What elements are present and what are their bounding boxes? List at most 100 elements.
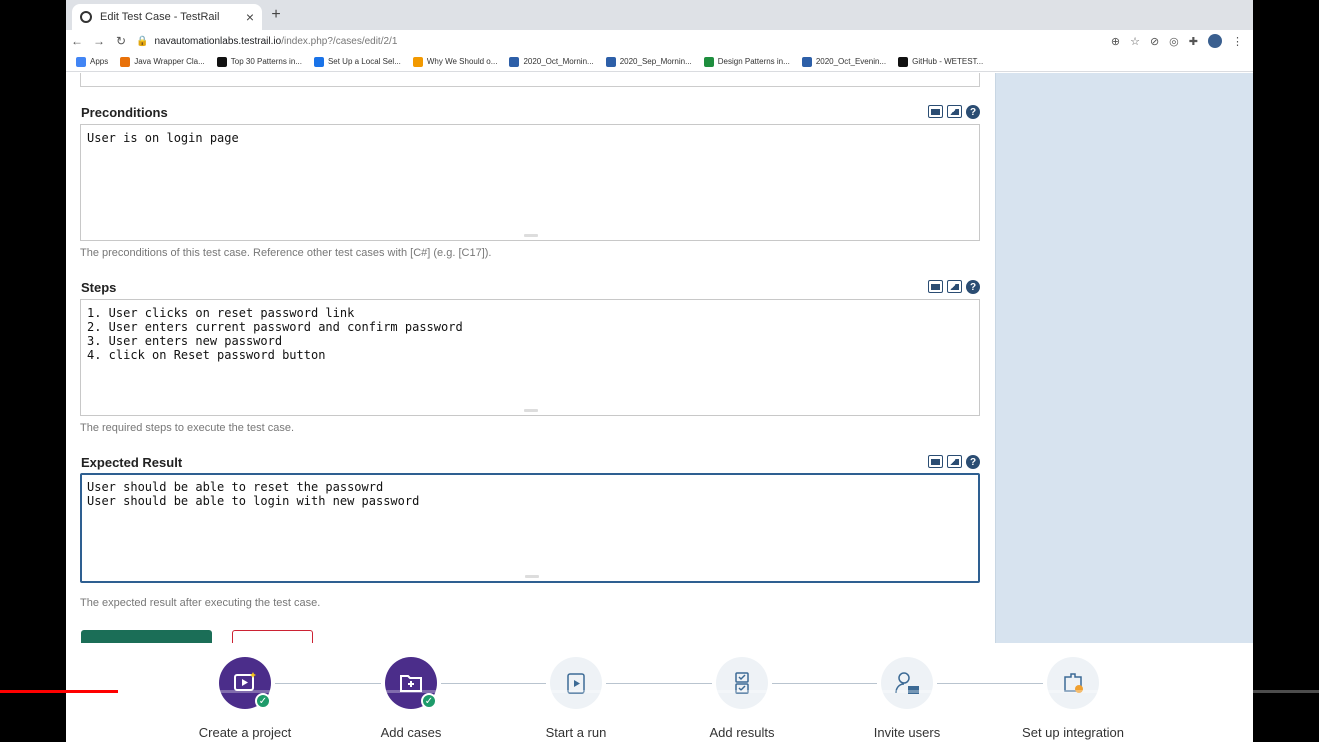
browser-menu-icon[interactable]: ⋮ <box>1232 35 1243 48</box>
bookmarks-bar: Apps Java Wrapper Cla... Top 30 Patterns i… <box>66 52 1253 72</box>
image-icon[interactable] <box>947 105 962 118</box>
expected-result-toolbar: ? <box>928 455 980 469</box>
preconditions-toolbar: ? <box>928 105 980 119</box>
video-progress-track[interactable] <box>0 690 1319 693</box>
step-label: Add cases <box>380 725 442 740</box>
testrail-favicon-icon <box>80 11 92 23</box>
bookmark-label: Design Patterns in... <box>717 57 790 66</box>
browser-toolbar: ← → ↻ 🔒 navautomationlabs.testrail.io/in… <box>66 30 1253 52</box>
back-icon[interactable]: ← <box>66 34 88 48</box>
bookmark-favicon-icon <box>898 56 909 67</box>
help-icon[interactable]: ? <box>966 105 980 119</box>
steps-label: Steps <box>81 280 117 295</box>
new-tab-button[interactable]: + <box>266 6 286 24</box>
onboarding-step[interactable]: ✓ Add cases <box>341 657 481 740</box>
tab-strip: Edit Test Case - TestRail × + <box>66 0 1253 30</box>
table-icon[interactable] <box>928 455 943 468</box>
image-icon[interactable] <box>947 280 962 293</box>
steps-section: Steps ? 1. User clicks on reset password… <box>80 280 980 440</box>
step-label: Start a run <box>545 725 607 740</box>
puzzle-extensions-icon[interactable]: ✚ <box>1189 35 1198 48</box>
bookmark-item[interactable]: Java Wrapper Cla... <box>120 56 205 67</box>
table-icon[interactable] <box>928 105 943 118</box>
onboarding-step[interactable]: Invite users <box>837 657 977 740</box>
save-test-case-button[interactable] <box>81 630 212 644</box>
table-icon[interactable] <box>928 280 943 293</box>
resize-grip[interactable] <box>525 575 539 578</box>
preconditions-hint: The preconditions of this test case. Ref… <box>80 247 492 259</box>
bookmark-label: Apps <box>90 57 109 66</box>
zoom-icon[interactable]: ⊕ <box>1111 35 1120 48</box>
image-icon[interactable] <box>947 455 962 468</box>
bookmark-item[interactable]: Why We Should o... <box>412 56 498 67</box>
bookmark-favicon-icon <box>509 56 520 67</box>
browser-tab[interactable]: Edit Test Case - TestRail × <box>72 4 262 30</box>
folder-add-icon[interactable]: ✓ <box>385 657 437 709</box>
bookmark-favicon-icon <box>605 56 616 67</box>
page-content: Preconditions ? User is on login page Th… <box>66 73 1253 644</box>
preconditions-field[interactable]: User is on login page <box>80 124 980 241</box>
video-progress-bar[interactable] <box>0 690 118 693</box>
video-sparkle-icon[interactable]: ✓ <box>219 657 271 709</box>
profile-avatar[interactable] <box>1208 34 1222 48</box>
steps-toolbar: ? <box>928 280 980 294</box>
expected-result-hint: The expected result after executing the … <box>80 597 321 609</box>
forward-icon[interactable]: → <box>88 34 110 48</box>
resize-grip[interactable] <box>524 409 538 412</box>
help-icon[interactable]: ? <box>966 455 980 469</box>
field-line: User should be able to reset the passowr… <box>87 480 384 494</box>
field-line: User should be able to login with new pa… <box>87 494 420 508</box>
step-label: Invite users <box>873 725 941 740</box>
expected-result-label: Expected Result <box>81 455 183 470</box>
url-path: /index.php?/cases/edit/2/1 <box>281 35 398 47</box>
onboarding-step[interactable]: Add results <box>672 657 812 740</box>
bookmark-item[interactable]: Design Patterns in... <box>703 56 790 67</box>
steps-field[interactable]: 1. User clicks on reset password link 2.… <box>80 299 980 416</box>
extension-icon[interactable]: ◎ <box>1169 35 1179 48</box>
check-icon: ✓ <box>421 693 437 709</box>
bookmark-label: Java Wrapper Cla... <box>134 57 205 66</box>
clipboard-play-icon[interactable] <box>550 657 602 709</box>
bookmark-item[interactable]: 2020_Oct_Mornin... <box>509 56 594 67</box>
bookmark-favicon-icon <box>801 56 812 67</box>
bookmark-item[interactable]: Apps <box>76 56 109 67</box>
bookmark-label: GitHub - WETEST... <box>912 57 984 66</box>
onboarding-step[interactable]: Set up integration <box>1003 657 1143 740</box>
address-bar[interactable]: 🔒 navautomationlabs.testrail.io/index.ph… <box>136 31 1111 51</box>
gear-puzzle-icon[interactable] <box>1047 657 1099 709</box>
field-line: 3. User enters new password <box>87 334 283 348</box>
help-icon[interactable]: ? <box>966 280 980 294</box>
sidebar <box>995 73 1253 643</box>
tab-close-icon[interactable]: × <box>246 9 254 25</box>
bookmark-label: Set Up a Local Sel... <box>327 57 401 66</box>
reload-icon[interactable]: ↻ <box>110 34 132 48</box>
bookmark-favicon-icon <box>313 56 324 67</box>
bookmark-item[interactable]: Set Up a Local Sel... <box>313 56 401 67</box>
bookmark-label: Why We Should o... <box>426 57 498 66</box>
toolbar-actions: ⊕ ☆ ⊘ ◎ ✚ ⋮ <box>1111 34 1253 48</box>
bookmark-item[interactable]: GitHub - WETEST... <box>898 56 984 67</box>
bookmark-item[interactable]: Top 30 Patterns in... <box>216 56 302 67</box>
bookmark-star-icon[interactable]: ☆ <box>1130 35 1140 48</box>
onboarding-step[interactable]: Start a run <box>506 657 646 740</box>
preconditions-section: Preconditions ? User is on login page Th… <box>80 105 980 265</box>
onboarding-step[interactable]: ✓ Create a project <box>175 657 315 740</box>
bookmark-label: 2020_Oct_Evenin... <box>815 57 887 66</box>
user-mail-icon[interactable] <box>881 657 933 709</box>
bookmark-favicon-icon <box>412 56 423 67</box>
expected-result-field[interactable]: User should be able to reset the passowr… <box>80 473 980 583</box>
browser-window: Edit Test Case - TestRail × + ← → ↻ 🔒 na… <box>66 0 1253 742</box>
bookmark-item[interactable]: 2020_Oct_Evenin... <box>801 56 887 67</box>
cancel-button[interactable] <box>232 630 313 644</box>
bookmark-label: 2020_Oct_Mornin... <box>523 57 594 66</box>
step-label: Create a project <box>198 725 292 740</box>
lock-icon: 🔒 <box>136 35 149 47</box>
extension-block-icon[interactable]: ⊘ <box>1150 35 1159 48</box>
step-label: Add results <box>709 725 775 740</box>
bookmark-favicon-icon <box>76 56 86 67</box>
checklist-icon[interactable] <box>716 657 768 709</box>
bookmark-item[interactable]: 2020_Sep_Mornin... <box>605 56 692 67</box>
bookmark-label: 2020_Sep_Mornin... <box>619 57 692 66</box>
resize-grip[interactable] <box>524 234 538 237</box>
step-label: Set up integration <box>1022 725 1124 740</box>
